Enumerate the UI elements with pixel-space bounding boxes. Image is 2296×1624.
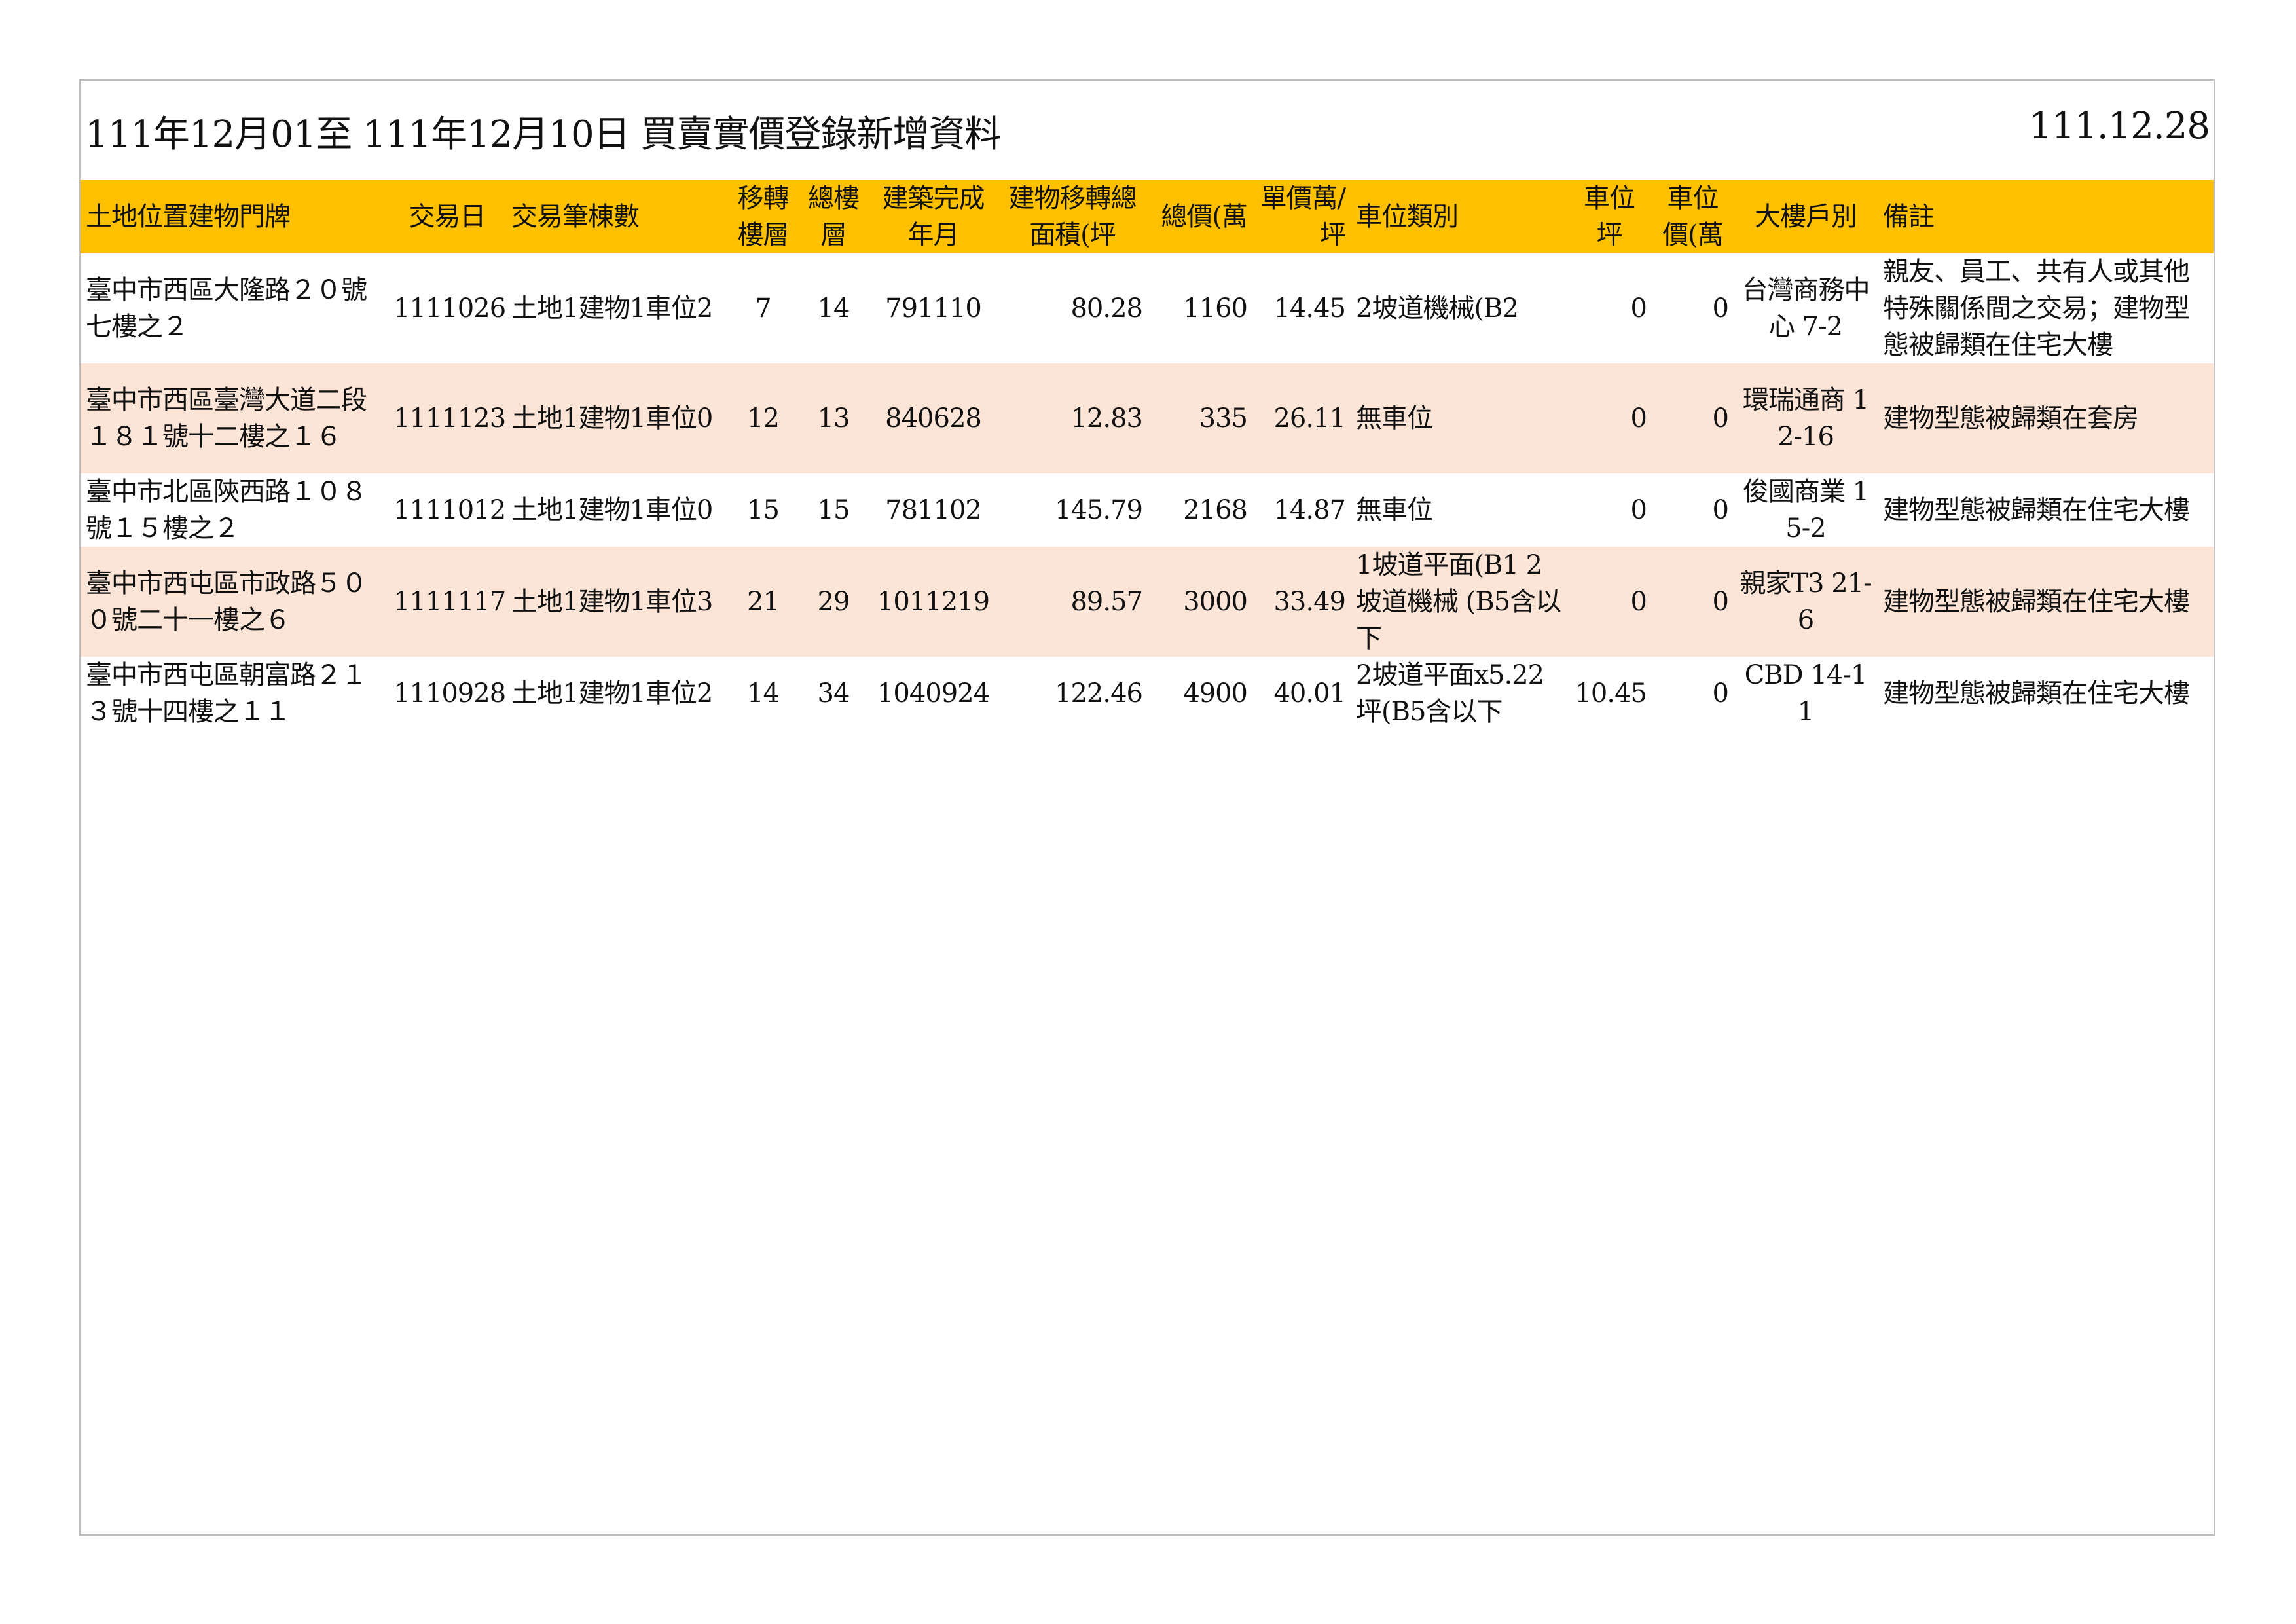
table-header-row: 土地位置建物門牌 交易日 交易筆棟數 移轉樓層 總樓層 建築完成年月 建物移轉總… — [81, 180, 2214, 253]
cell-note: 建物型態被歸類在住宅大樓 — [1883, 678, 2190, 709]
cell-built: 840628 — [885, 403, 982, 434]
header-total-floors: 總樓層 — [808, 183, 860, 250]
cell-total-price: 2168 — [1183, 495, 1248, 525]
cell-units: 土地1建物1車位2 — [511, 678, 713, 709]
cell-units: 土地1建物1車位0 — [511, 403, 713, 434]
cell-total-floors: 34 — [817, 678, 850, 709]
cell-address: 臺中市西區大隆路２０號七樓之２ — [86, 275, 367, 342]
cell-units: 土地1建物1車位2 — [511, 293, 713, 323]
header-parking-price: 車位價(萬 — [1662, 183, 1724, 250]
cell-note: 建物型態被歸類在套房 — [1883, 403, 2139, 434]
header-area: 建物移轉總面積(坪 — [1008, 183, 1137, 250]
cell-built: 781102 — [885, 495, 982, 525]
cell-floor: 15 — [747, 495, 780, 525]
cell-parking-type: 2坡道機械(B2 — [1356, 293, 1519, 323]
header-parking-type: 車位類別 — [1356, 202, 1459, 232]
header-units: 交易筆棟數 — [511, 202, 640, 232]
cell-total-floors: 13 — [817, 403, 850, 434]
cell-total-floors: 15 — [817, 495, 850, 525]
cell-built: 1040924 — [877, 678, 990, 709]
cell-parking-price: 0 — [1712, 495, 1729, 525]
transaction-table: 土地位置建物門牌 交易日 交易筆棟數 移轉樓層 總樓層 建築完成年月 建物移轉總… — [81, 180, 2214, 730]
cell-unit-price: 40.01 — [1273, 678, 1346, 709]
cell-total-price: 4900 — [1183, 678, 1248, 709]
cell-unit-price: 14.45 — [1273, 293, 1346, 323]
cell-note: 建物型態被歸類在住宅大樓 — [1883, 495, 2190, 525]
cell-parking-type: 無車位 — [1356, 495, 1433, 525]
cell-floor: 14 — [747, 678, 780, 709]
cell-parking-area: 0 — [1630, 293, 1647, 323]
cell-building: CBD 14-11 — [1744, 660, 1868, 727]
cell-building: 環瑞通商 12-16 — [1742, 385, 1869, 452]
cell-date: 1111117 — [393, 587, 506, 617]
cell-parking-area: 0 — [1630, 495, 1647, 525]
cell-parking-area: 10.45 — [1575, 678, 1647, 709]
header-built: 建築完成年月 — [882, 183, 985, 250]
cell-parking-type: 2坡道平面x5.22坪(B5含以下 — [1356, 660, 1544, 727]
cell-address: 臺中市西屯區市政路５００號二十一樓之６ — [86, 568, 367, 635]
cell-unit-price: 14.87 — [1273, 495, 1346, 525]
cell-area: 122.46 — [1055, 678, 1143, 709]
cell-area: 89.57 — [1070, 587, 1143, 617]
cell-area: 80.28 — [1070, 293, 1143, 323]
cell-building: 親家T3 21-6 — [1740, 568, 1872, 635]
header-date: 交易日 — [409, 202, 486, 232]
cell-parking-type: 無車位 — [1356, 403, 1433, 434]
cell-units: 土地1建物1車位0 — [511, 495, 713, 525]
cell-total-price: 1160 — [1183, 293, 1248, 323]
cell-note: 親友、員工、共有人或其他特殊關係間之交易；建物型態被歸類在住宅大樓 — [1883, 257, 2190, 360]
cell-floor: 7 — [755, 293, 771, 323]
cell-parking-area: 0 — [1630, 587, 1647, 617]
cell-building: 台灣商務中心 7-2 — [1741, 275, 1870, 342]
cell-date: 1111012 — [393, 495, 506, 525]
cell-total-floors: 29 — [817, 587, 850, 617]
cell-built: 1011219 — [877, 587, 990, 617]
cell-parking-price: 0 — [1712, 403, 1729, 434]
cell-area: 12.83 — [1070, 403, 1143, 434]
cell-date: 1111026 — [393, 293, 506, 323]
cell-total-floors: 14 — [817, 293, 850, 323]
cell-parking-price: 0 — [1712, 678, 1729, 709]
table-row: 臺中市北區陝西路１０８號１５樓之２ 1111012 土地1建物1車位0 15 1… — [81, 473, 2214, 547]
cell-date: 1111123 — [393, 403, 506, 434]
table-row: 臺中市西屯區市政路５００號二十一樓之６ 1111117 土地1建物1車位3 21… — [81, 547, 2214, 657]
cell-units: 土地1建物1車位3 — [511, 587, 713, 617]
cell-parking-price: 0 — [1712, 587, 1729, 617]
cell-address: 臺中市西屯區朝富路２１３號十四樓之１１ — [86, 660, 367, 727]
cell-unit-price: 26.11 — [1273, 403, 1346, 434]
header-total-price: 總價(萬 — [1161, 202, 1248, 232]
header-note: 備註 — [1883, 202, 1935, 232]
document-date: 111.12.28 — [2028, 105, 2210, 147]
header-unit-price: 單價萬/坪 — [1260, 183, 1346, 250]
cell-total-price: 335 — [1199, 403, 1248, 434]
table-row: 臺中市西屯區朝富路２１３號十四樓之１１ 1110928 土地1建物1車位2 14… — [81, 657, 2214, 730]
cell-parking-type: 1坡道平面(B1 2坡道機械 (B5含以下 — [1356, 550, 1561, 654]
cell-built: 791110 — [885, 293, 982, 323]
header-address: 土地位置建物門牌 — [86, 202, 291, 232]
cell-parking-area: 0 — [1630, 403, 1647, 434]
cell-total-price: 3000 — [1183, 587, 1248, 617]
cell-floor: 21 — [747, 587, 780, 617]
header-building: 大樓戶別 — [1755, 202, 1857, 232]
cell-parking-price: 0 — [1712, 293, 1729, 323]
cell-unit-price: 33.49 — [1273, 587, 1346, 617]
header-parking-area: 車位坪 — [1584, 183, 1635, 250]
table-row: 臺中市西區臺灣大道二段１８１號十二樓之１６ 1111123 土地1建物1車位0 … — [81, 363, 2214, 473]
document-title: 111年12月01至 111年12月10日 買賣實價登錄新增資料 — [85, 113, 1001, 156]
header-floor: 移轉樓層 — [737, 183, 790, 250]
cell-building: 俊國商業 15-2 — [1742, 477, 1869, 544]
cell-note: 建物型態被歸類在住宅大樓 — [1883, 587, 2190, 617]
cell-address: 臺中市北區陝西路１０８號１５樓之２ — [86, 477, 367, 544]
cell-date: 1110928 — [393, 678, 506, 709]
cell-area: 145.79 — [1055, 495, 1143, 525]
cell-address: 臺中市西區臺灣大道二段１８１號十二樓之１６ — [86, 385, 367, 452]
table-row: 臺中市西區大隆路２０號七樓之２ 1111026 土地1建物1車位2 7 14 7… — [81, 253, 2214, 363]
cell-floor: 12 — [747, 403, 780, 434]
